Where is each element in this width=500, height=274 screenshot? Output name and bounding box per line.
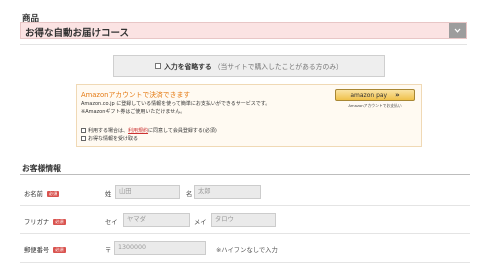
furigana-label-text: フリガナ <box>24 219 50 226</box>
last-name-input[interactable]: 山田 <box>115 185 180 199</box>
amazon-pay-title: Amazonアカウントで決済できます <box>81 91 191 99</box>
amazon-pay-note: ※Amazonギフト券はご使用いただけません。 <box>81 109 186 115</box>
name-label-text: お名前 <box>24 191 43 198</box>
furigana-label: フリガナ 必須 <box>24 217 66 226</box>
skip-input-label: 入力を省略する <box>164 63 212 71</box>
section-divider <box>20 174 470 175</box>
first-kana-prefix: メイ <box>194 219 207 226</box>
course-select-value: お得な自動お届けコース <box>25 28 130 39</box>
newsletter-row[interactable]: お得な情報を受け取る <box>81 135 138 142</box>
skip-input-button[interactable]: 入力を省略する （当サイトで購入したことがある方のみ） <box>113 55 385 77</box>
last-kana-input[interactable]: ヤマダ <box>123 213 190 227</box>
customer-section-title: お客様情報 <box>22 164 61 173</box>
amazon-pay-description: Amazon.co.jp に登録している情報を使って簡単にお支払いができるサービ… <box>81 101 271 107</box>
divider <box>20 205 470 206</box>
required-badge: 必須 <box>46 190 60 197</box>
amazon-pay-button[interactable]: amazon pay » <box>335 89 415 101</box>
divider <box>20 233 470 234</box>
amazon-terms-link[interactable]: 利用規約 <box>128 127 148 134</box>
first-name-input[interactable]: 太郎 <box>194 185 261 199</box>
amazon-pay-caption: Amazonアカウントでお支払い <box>348 103 402 108</box>
name-label: お名前 必須 <box>24 189 60 198</box>
last-kana-prefix: セイ <box>105 219 118 226</box>
postal-prefix: 〒 <box>105 247 112 254</box>
required-badge: 必須 <box>53 218 66 225</box>
skip-input-checkbox[interactable] <box>155 63 162 69</box>
first-name-prefix: 名 <box>186 191 193 198</box>
amazon-pay-button-label: amazon pay <box>350 91 388 99</box>
postal-hint: ※ハイフンなしで入力 <box>216 247 278 254</box>
amazon-terms-suffix: に同意して会員登録する(必須) <box>148 128 217 134</box>
amazon-terms-checkbox[interactable] <box>81 128 86 133</box>
arrow-right-icon: » <box>395 91 400 99</box>
divider <box>20 44 467 45</box>
course-select[interactable]: お得な自動お届けコース <box>20 22 467 39</box>
newsletter-label: お得な情報を受け取る <box>88 136 139 142</box>
postal-code-input[interactable]: 1300000 <box>114 241 206 255</box>
amazon-terms-row[interactable]: 利用する場合は、 利用規約 に同意して会員登録する(必須) <box>81 127 217 134</box>
divider <box>20 262 470 263</box>
skip-input-note: （当サイトで購入したことがある方のみ） <box>213 63 343 71</box>
required-badge: 必須 <box>53 246 66 253</box>
first-kana-input[interactable]: タロウ <box>211 213 276 227</box>
chevron-down-icon[interactable] <box>449 23 466 38</box>
postal-label: 郵便番号 必須 <box>24 245 66 254</box>
amazon-terms-prefix: 利用する場合は、 <box>88 128 129 134</box>
amazon-pay-panel: Amazonアカウントで決済できます Amazon.co.jp に登録している情… <box>76 84 422 147</box>
postal-label-text: 郵便番号 <box>24 247 50 254</box>
last-name-prefix: 姓 <box>105 191 112 198</box>
newsletter-checkbox[interactable] <box>81 136 86 141</box>
